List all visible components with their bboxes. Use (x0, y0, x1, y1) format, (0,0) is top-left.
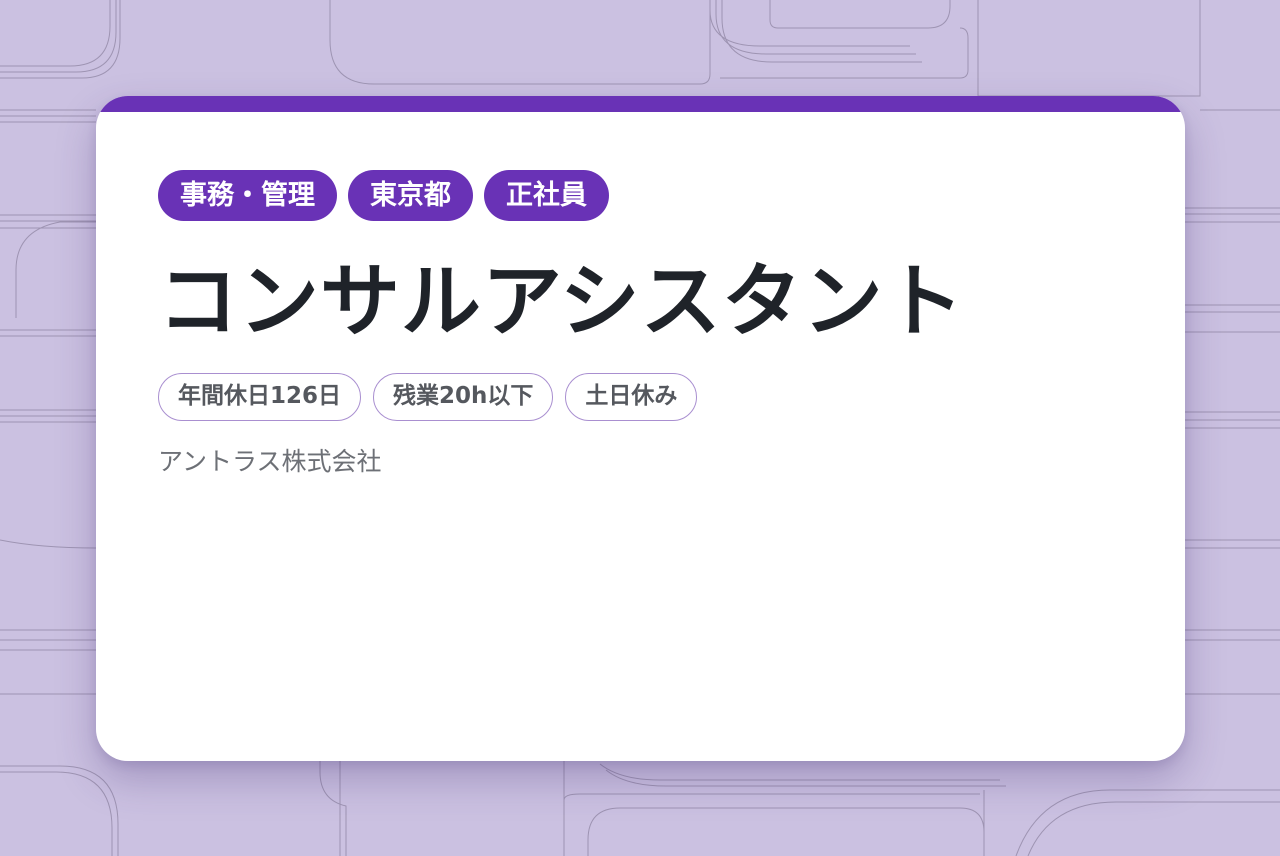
card-accent-bar (96, 96, 1185, 112)
feature-tag-list: 年間休日126日 残業20h以下 土日休み (158, 373, 698, 421)
job-card[interactable]: 事務・管理 東京都 正社員 コンサルアシスタント 年間休日126日 残業20h以… (96, 96, 1185, 761)
category-tag-job-type: 事務・管理 (158, 170, 337, 221)
feature-tag-holidays: 年間休日126日 (158, 373, 362, 421)
category-tag-employment-type: 正社員 (484, 170, 609, 221)
feature-tag-overtime: 残業20h以下 (373, 373, 554, 421)
category-tag-list: 事務・管理 東京都 正社員 (158, 170, 609, 221)
category-tag-location: 東京都 (348, 170, 473, 221)
company-name: アントラス株式会社 (158, 447, 382, 476)
job-title: コンサルアシスタント (158, 255, 965, 348)
feature-tag-weekends-off: 土日休み (565, 373, 698, 421)
